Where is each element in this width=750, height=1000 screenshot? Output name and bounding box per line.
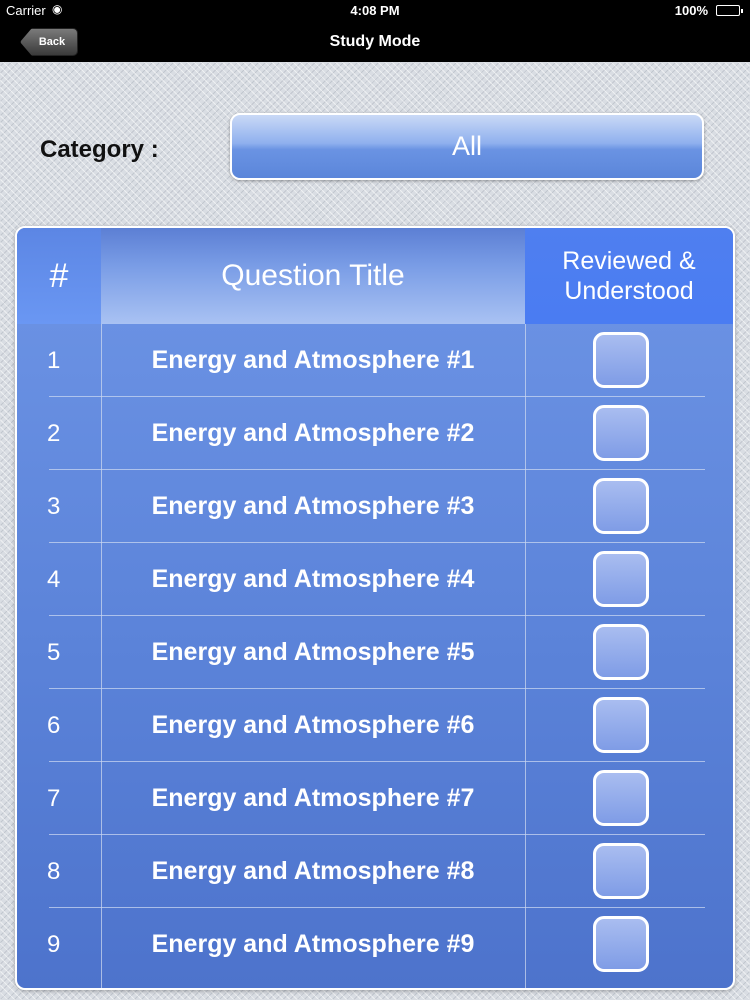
table-row[interactable]: 7 Energy and Atmosphere #7 (17, 762, 733, 835)
questions-table: # Question Title Reviewed & Understood 1… (15, 226, 735, 990)
back-button[interactable]: Back (20, 28, 78, 56)
reviewed-checkbox[interactable] (593, 770, 649, 826)
question-title[interactable]: Energy and Atmosphere #5 (101, 616, 525, 689)
reviewed-checkbox[interactable] (593, 405, 649, 461)
row-number: 9 (47, 931, 61, 958)
row-number: 5 (47, 639, 61, 666)
row-number: 1 (47, 347, 61, 374)
navigation-bar: Study Mode Back (0, 22, 750, 62)
question-title[interactable]: Energy and Atmosphere #9 (101, 908, 525, 981)
table-header: # Question Title Reviewed & Understood (17, 228, 733, 324)
question-title[interactable]: Energy and Atmosphere #8 (101, 835, 525, 908)
table-row[interactable]: 6 Energy and Atmosphere #6 (17, 689, 733, 762)
status-bar: Carrier ◉ 4:08 PM 100% (0, 0, 750, 22)
question-title[interactable]: Energy and Atmosphere #2 (101, 397, 525, 470)
row-number: 4 (47, 566, 61, 593)
header-number: # (17, 228, 101, 324)
page-title: Study Mode (329, 33, 421, 50)
header-reviewed-line2: Understood (564, 277, 694, 305)
table-row[interactable]: 8 Energy and Atmosphere #8 (17, 835, 733, 908)
table-row[interactable]: 1 Energy and Atmosphere #1 (17, 324, 733, 397)
category-label: Category : (40, 136, 159, 163)
question-title[interactable]: Energy and Atmosphere #7 (101, 762, 525, 835)
reviewed-checkbox[interactable] (593, 843, 649, 899)
header-reviewed-line1: Reviewed & (562, 247, 696, 275)
reviewed-checkbox[interactable] (593, 916, 649, 972)
table-row[interactable]: 9 Energy and Atmosphere #9 (17, 908, 733, 981)
row-number: 2 (47, 420, 61, 447)
reviewed-checkbox[interactable] (593, 332, 649, 388)
table-row[interactable]: 3 Energy and Atmosphere #3 (17, 470, 733, 543)
table-row[interactable]: 5 Energy and Atmosphere #5 (17, 616, 733, 689)
question-title[interactable]: Energy and Atmosphere #1 (101, 324, 525, 397)
reviewed-checkbox[interactable] (593, 478, 649, 534)
table-row[interactable]: 4 Energy and Atmosphere #4 (17, 543, 733, 616)
battery-icon (716, 5, 743, 16)
row-number: 7 (47, 785, 61, 812)
question-title[interactable]: Energy and Atmosphere #3 (101, 470, 525, 543)
question-title[interactable]: Energy and Atmosphere #6 (101, 689, 525, 762)
header-question-title: Question Title (101, 228, 525, 324)
category-selector-button[interactable]: All (230, 113, 704, 180)
reviewed-checkbox[interactable] (593, 624, 649, 680)
clock: 4:08 PM (350, 3, 400, 18)
question-title[interactable]: Energy and Atmosphere #4 (101, 543, 525, 616)
reviewed-checkbox[interactable] (593, 551, 649, 607)
header-reviewed-understood: Reviewed & Understood (525, 228, 733, 324)
row-number: 3 (47, 493, 61, 520)
row-number: 6 (47, 712, 61, 739)
reviewed-checkbox[interactable] (593, 697, 649, 753)
table-row[interactable]: 2 Energy and Atmosphere #2 (17, 397, 733, 470)
battery-percent: 100% (674, 3, 708, 18)
row-number: 8 (47, 858, 61, 885)
